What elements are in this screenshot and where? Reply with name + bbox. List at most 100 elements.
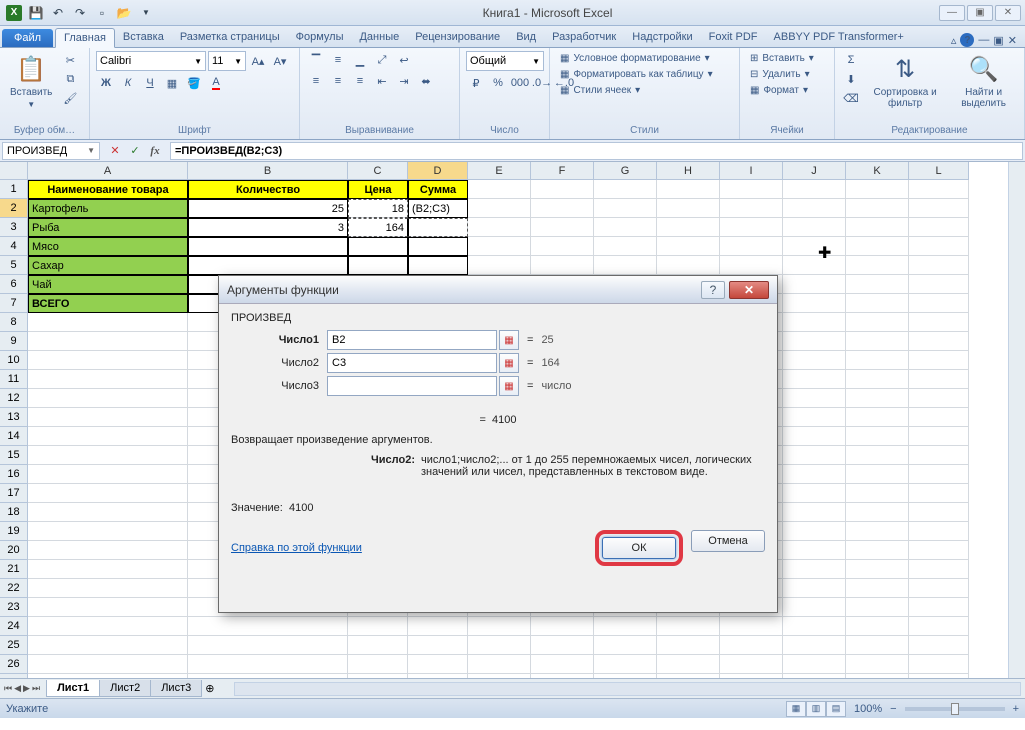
align-left-icon[interactable]: ≡ — [306, 72, 326, 90]
cell[interactable] — [28, 408, 188, 427]
cell[interactable] — [783, 503, 846, 522]
column-header[interactable]: A — [28, 162, 188, 180]
cell[interactable] — [28, 560, 188, 579]
cell[interactable] — [783, 484, 846, 503]
align-center-icon[interactable]: ≡ — [328, 72, 348, 90]
fill-icon[interactable]: ⬇ — [841, 70, 861, 88]
cell[interactable] — [846, 332, 909, 351]
cell[interactable] — [783, 275, 846, 294]
cell[interactable] — [28, 484, 188, 503]
cell[interactable] — [783, 636, 846, 655]
tab-надстройки[interactable]: Надстройки — [624, 28, 700, 47]
cell[interactable] — [594, 617, 657, 636]
select-all-button[interactable] — [0, 162, 28, 180]
tab-данные[interactable]: Данные — [351, 28, 407, 47]
cell[interactable] — [846, 294, 909, 313]
cell[interactable] — [783, 465, 846, 484]
cell[interactable] — [846, 617, 909, 636]
cell[interactable] — [594, 655, 657, 674]
cell[interactable] — [408, 617, 468, 636]
zoom-in-icon[interactable]: + — [1013, 703, 1019, 715]
decrease-indent-icon[interactable]: ⇤ — [372, 72, 392, 90]
cell[interactable] — [594, 636, 657, 655]
cell[interactable] — [28, 427, 188, 446]
range-selector-icon[interactable]: ▦ — [499, 330, 519, 350]
cell[interactable] — [783, 541, 846, 560]
cell[interactable] — [846, 541, 909, 560]
cell[interactable] — [28, 446, 188, 465]
cell[interactable] — [468, 674, 531, 678]
currency-icon[interactable]: ₽ — [466, 74, 486, 92]
border-icon[interactable]: ▦ — [162, 74, 182, 92]
cell[interactable] — [846, 655, 909, 674]
cell[interactable] — [594, 674, 657, 678]
cell[interactable] — [783, 598, 846, 617]
row-header[interactable]: 16 — [0, 465, 28, 484]
row-header[interactable]: 26 — [0, 655, 28, 674]
cell[interactable] — [531, 655, 594, 674]
cell[interactable] — [531, 636, 594, 655]
cell[interactable] — [909, 598, 969, 617]
bold-icon[interactable]: Ж — [96, 74, 116, 92]
cell[interactable] — [28, 503, 188, 522]
tab-рецензирование[interactable]: Рецензирование — [407, 28, 508, 47]
doc-restore-icon[interactable]: ▣ — [993, 34, 1003, 47]
italic-icon[interactable]: К — [118, 74, 138, 92]
increase-indent-icon[interactable]: ⇥ — [394, 72, 414, 90]
font-name-select[interactable]: Calibri▼ — [96, 51, 206, 71]
cell[interactable] — [909, 484, 969, 503]
cell[interactable] — [909, 503, 969, 522]
increase-font-icon[interactable]: A▴ — [248, 52, 268, 70]
row-header[interactable]: 17 — [0, 484, 28, 503]
cell[interactable] — [348, 237, 408, 256]
cell[interactable] — [783, 446, 846, 465]
row-header[interactable]: 2 — [0, 199, 28, 218]
cell[interactable] — [909, 579, 969, 598]
row-header[interactable]: 10 — [0, 351, 28, 370]
paste-button[interactable]: 📋 Вставить ▼ — [6, 51, 56, 111]
cell[interactable] — [783, 579, 846, 598]
cell[interactable] — [783, 199, 846, 218]
cell[interactable] — [720, 180, 783, 199]
zoom-out-icon[interactable]: − — [890, 703, 896, 715]
doc-close-icon[interactable]: ✕ — [1008, 34, 1017, 47]
range-selector-icon[interactable]: ▦ — [499, 376, 519, 396]
cell[interactable] — [28, 522, 188, 541]
cell[interactable] — [408, 674, 468, 678]
row-header[interactable]: 27 — [0, 674, 28, 678]
column-header[interactable]: K — [846, 162, 909, 180]
align-bottom-icon[interactable]: ▁ — [350, 51, 370, 69]
row-header[interactable]: 5 — [0, 256, 28, 275]
enter-formula-icon[interactable]: ✓ — [126, 142, 144, 160]
tab-формулы[interactable]: Формулы — [288, 28, 352, 47]
cell[interactable] — [28, 370, 188, 389]
column-header[interactable]: E — [468, 162, 531, 180]
cell[interactable] — [909, 446, 969, 465]
cell[interactable] — [783, 180, 846, 199]
font-color-icon[interactable]: A — [206, 74, 226, 92]
row-header[interactable]: 13 — [0, 408, 28, 427]
zoom-slider[interactable] — [905, 707, 1005, 711]
arg-input-3[interactable] — [327, 376, 497, 396]
column-header[interactable]: C — [348, 162, 408, 180]
cell[interactable] — [28, 389, 188, 408]
cell[interactable] — [783, 522, 846, 541]
row-header[interactable]: 25 — [0, 636, 28, 655]
cell[interactable] — [909, 655, 969, 674]
column-header[interactable]: H — [657, 162, 720, 180]
save-icon[interactable]: 💾 — [26, 3, 46, 23]
row-header[interactable]: 22 — [0, 579, 28, 598]
column-header[interactable]: F — [531, 162, 594, 180]
help-icon[interactable]: ? — [960, 33, 974, 47]
cell[interactable] — [468, 256, 531, 275]
format-as-table-button[interactable]: ▦Форматировать как таблицу ▾ — [556, 67, 733, 82]
row-header[interactable]: 20 — [0, 541, 28, 560]
wrap-text-icon[interactable]: ↩ — [394, 51, 414, 69]
cell[interactable] — [720, 199, 783, 218]
cell[interactable] — [468, 218, 531, 237]
cell[interactable] — [531, 199, 594, 218]
cell[interactable] — [783, 370, 846, 389]
format-cells-button[interactable]: ▦Формат ▾ — [746, 83, 812, 98]
row-header[interactable]: 3 — [0, 218, 28, 237]
cell[interactable] — [909, 370, 969, 389]
